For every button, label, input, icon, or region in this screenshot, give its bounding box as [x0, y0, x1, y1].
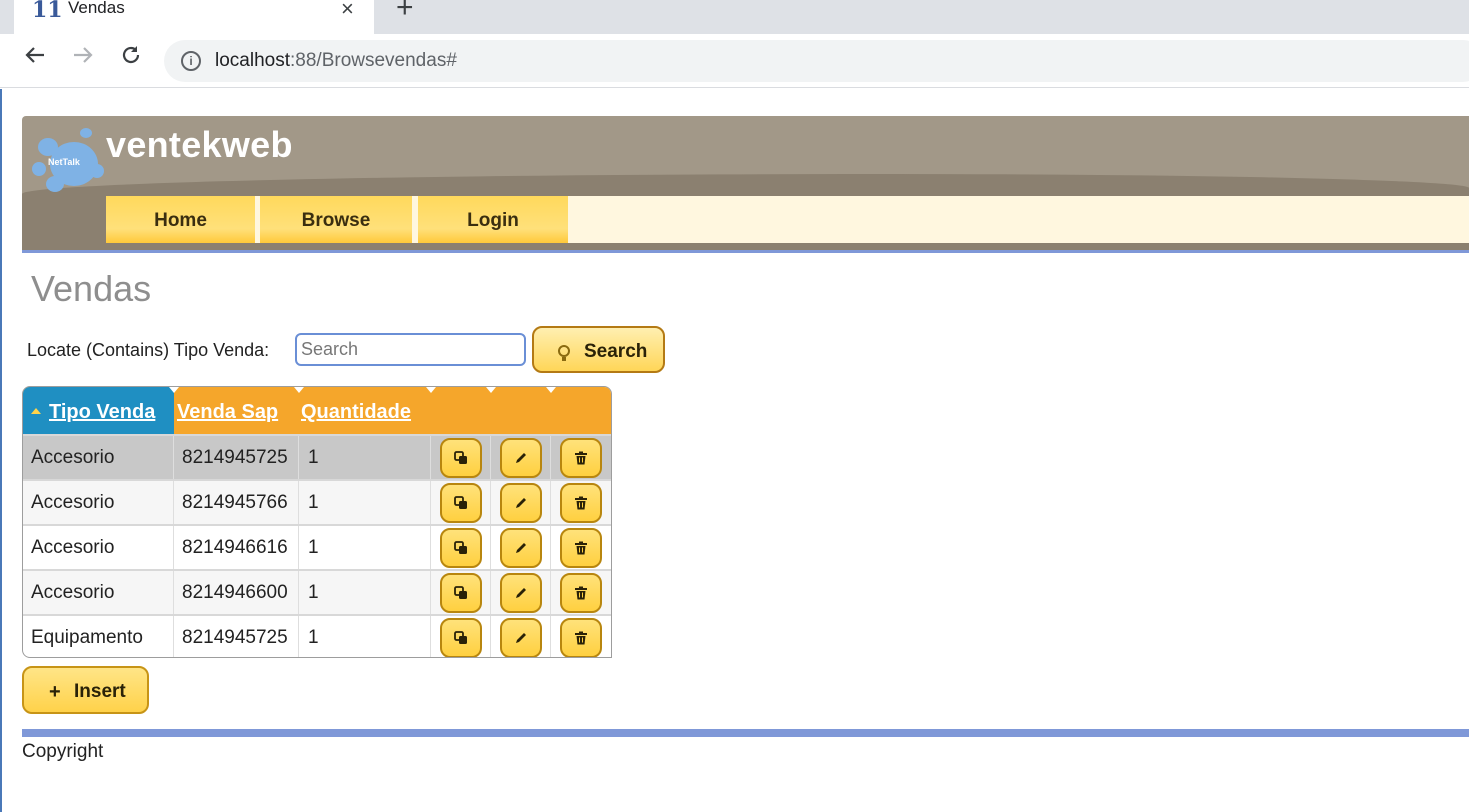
- action-cell: [431, 616, 491, 657]
- cell-tipo-venda: Accesorio: [23, 481, 174, 524]
- cell-venda-sap: 8214946616: [174, 526, 299, 569]
- tab-favicon-icon: 11: [32, 0, 63, 23]
- arrow-left-icon[interactable]: [20, 44, 50, 74]
- action-cell: [551, 436, 611, 479]
- footer-divider: [22, 729, 1469, 737]
- action-cell: [431, 571, 491, 614]
- cell-quantidade: 1: [299, 616, 431, 657]
- browser-toolbar: i localhost:88/Browsevendas#: [0, 34, 1469, 88]
- column-header-venda-sap[interactable]: Venda Sap: [174, 387, 299, 434]
- browser-tabstrip: 11 Vendas × +: [0, 0, 1469, 34]
- edit-button[interactable]: [500, 618, 542, 657]
- menu-item-browse[interactable]: Browse: [260, 196, 412, 243]
- main-menu: Home Browse Login: [106, 196, 1469, 243]
- search-button[interactable]: Search: [532, 326, 665, 373]
- action-cell: [491, 616, 551, 657]
- insert-button-label: Insert: [74, 681, 126, 702]
- action-cell: [491, 436, 551, 479]
- copy-button[interactable]: [440, 438, 482, 478]
- table-row[interactable]: Equipamento 8214945725 1: [23, 614, 611, 657]
- cell-quantidade: 1: [299, 526, 431, 569]
- column-notch: [169, 387, 179, 393]
- cell-quantidade: 1: [299, 481, 431, 524]
- column-header-quantidade[interactable]: Quantidade: [299, 387, 431, 434]
- cell-venda-sap: 8214946600: [174, 571, 299, 614]
- plus-icon: +: [49, 681, 61, 703]
- cell-tipo-venda: Accesorio: [23, 526, 174, 569]
- table-row[interactable]: Accesorio 8214946600 1: [23, 569, 611, 614]
- edit-button[interactable]: [500, 483, 542, 523]
- column-notch: [546, 387, 556, 393]
- edit-button[interactable]: [500, 438, 542, 478]
- delete-button[interactable]: [560, 483, 602, 523]
- page-title: Vendas: [31, 268, 152, 309]
- cell-tipo-venda: Equipamento: [23, 616, 174, 657]
- menu-item-home[interactable]: Home: [106, 196, 255, 243]
- browser-tab[interactable]: 11 Vendas ×: [14, 0, 374, 34]
- action-cell: [491, 481, 551, 524]
- menu-item-login[interactable]: Login: [418, 196, 568, 243]
- search-input[interactable]: [295, 333, 526, 366]
- cell-venda-sap: 8214945725: [174, 616, 299, 657]
- reload-icon[interactable]: [116, 44, 146, 74]
- action-cell: [431, 436, 491, 479]
- action-cell: [491, 571, 551, 614]
- copy-button[interactable]: [440, 618, 482, 657]
- delete-button[interactable]: [560, 528, 602, 568]
- new-tab-button[interactable]: +: [396, 0, 414, 25]
- action-cell: [551, 481, 611, 524]
- column-header-tipo-venda[interactable]: Tipo Venda: [23, 387, 174, 434]
- table-header: Tipo Venda Venda Sap Quantidade: [23, 387, 611, 434]
- vendas-table: Tipo Venda Venda Sap Quantidade Accesori…: [22, 386, 612, 658]
- nettalk-logo: NetTalk: [28, 124, 110, 196]
- column-notch: [426, 387, 436, 393]
- close-icon[interactable]: ×: [341, 0, 354, 22]
- copy-button[interactable]: [440, 483, 482, 523]
- cell-quantidade: 1: [299, 571, 431, 614]
- window-edge: [0, 89, 2, 812]
- cell-tipo-venda: Accesorio: [23, 436, 174, 479]
- action-cell: [551, 571, 611, 614]
- delete-button[interactable]: [560, 438, 602, 478]
- info-icon[interactable]: i: [181, 51, 201, 71]
- arrow-right-icon[interactable]: [68, 44, 98, 74]
- copy-button[interactable]: [440, 528, 482, 568]
- column-notch: [294, 387, 304, 393]
- action-cell: [551, 526, 611, 569]
- table-row[interactable]: Accesorio 8214945725 1: [23, 434, 611, 479]
- url-text: localhost:88/Browsevendas#: [215, 50, 457, 71]
- header-divider: [22, 250, 1469, 253]
- logo-text: NetTalk: [48, 157, 80, 167]
- action-cell: [551, 616, 611, 657]
- action-cell: [431, 481, 491, 524]
- action-cell: [491, 526, 551, 569]
- insert-button[interactable]: + Insert: [22, 666, 149, 714]
- cell-venda-sap: 8214945766: [174, 481, 299, 524]
- cell-quantidade: 1: [299, 436, 431, 479]
- lightbulb-icon: [558, 345, 570, 361]
- cell-venda-sap: 8214945725: [174, 436, 299, 479]
- delete-button[interactable]: [560, 618, 602, 657]
- table-row[interactable]: Accesorio 8214946616 1: [23, 524, 611, 569]
- cell-tipo-venda: Accesorio: [23, 571, 174, 614]
- edit-button[interactable]: [500, 573, 542, 613]
- action-cell: [431, 526, 491, 569]
- table-row[interactable]: Accesorio 8214945766 1: [23, 479, 611, 524]
- delete-button[interactable]: [560, 573, 602, 613]
- address-bar[interactable]: i localhost:88/Browsevendas#: [164, 40, 1469, 82]
- search-button-label: Search: [584, 341, 648, 362]
- site-name: ventekweb: [106, 124, 293, 165]
- sort-ascending-icon: [31, 408, 41, 414]
- edit-button[interactable]: [500, 528, 542, 568]
- tab-title: Vendas: [68, 0, 125, 17]
- column-notch: [486, 387, 496, 393]
- copyright-text: Copyright: [22, 741, 104, 762]
- site-header: NetTalk ventekweb Home Browse Login: [22, 116, 1469, 250]
- locate-label: Locate (Contains) Tipo Venda:: [27, 340, 270, 360]
- copy-button[interactable]: [440, 573, 482, 613]
